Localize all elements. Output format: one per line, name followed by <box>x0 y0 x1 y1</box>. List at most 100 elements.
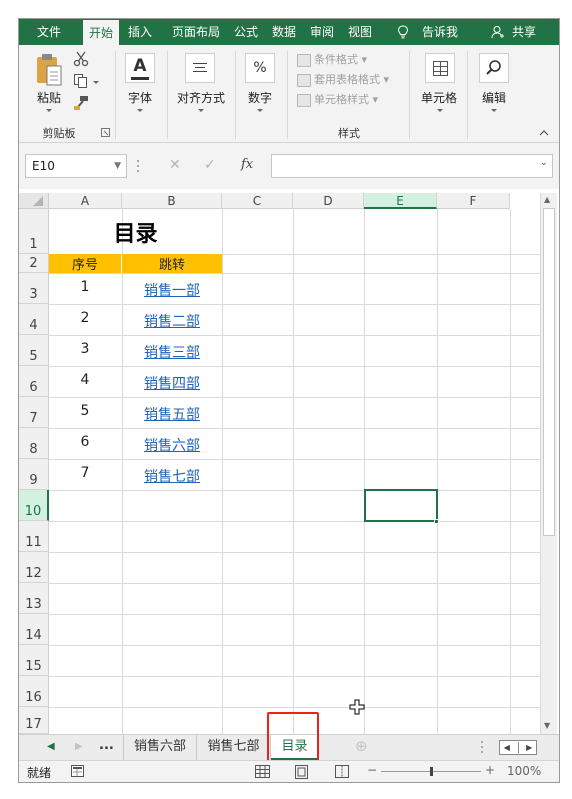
hyperlink-3[interactable]: 销售三部 <box>144 342 200 362</box>
column-header-d[interactable]: D <box>293 193 364 209</box>
row-header-6[interactable]: 6 <box>19 366 49 397</box>
alignment-button[interactable]: 对齐方式 <box>171 89 231 106</box>
entry-link-cell[interactable]: 销售一部 <box>122 276 222 304</box>
zoom-out-button[interactable]: − <box>367 763 377 777</box>
vertical-scrollbar[interactable]: ▲ ▼ <box>540 193 557 734</box>
row-header-16[interactable]: 16 <box>19 676 49 707</box>
header-jump-cell[interactable]: 跳转 <box>122 254 222 273</box>
row-header-5[interactable]: 5 <box>19 335 49 366</box>
alignment-icon[interactable] <box>185 53 215 83</box>
cells-dropdown-caret[interactable] <box>437 109 443 112</box>
hyperlink-4[interactable]: 销售四部 <box>144 373 200 393</box>
formula-input[interactable]: ⌄ <box>271 154 553 178</box>
normal-view-icon[interactable] <box>255 765 270 778</box>
macro-record-icon[interactable] <box>71 765 85 778</box>
page-layout-view-icon[interactable] <box>295 765 308 779</box>
percent-icon[interactable]: % <box>245 53 275 83</box>
hyperlink-5[interactable]: 销售五部 <box>144 404 200 424</box>
tab-data[interactable]: 数据 <box>269 19 299 45</box>
search-icon[interactable] <box>479 53 509 83</box>
tab-formulas[interactable]: 公式 <box>231 19 261 45</box>
cut-icon[interactable] <box>73 51 89 67</box>
next-sheet-arrow-icon[interactable]: ▶ <box>75 741 83 752</box>
cells-icon[interactable] <box>425 53 455 83</box>
entry-number-cell[interactable]: 7 <box>49 459 121 487</box>
entry-number-cell[interactable]: 4 <box>49 366 121 394</box>
format-painter-icon[interactable] <box>73 95 89 111</box>
enter-icon[interactable]: ✓ <box>204 157 216 173</box>
scroll-down-arrow-icon[interactable]: ▼ <box>544 721 550 730</box>
editing-dropdown-caret[interactable] <box>491 109 497 112</box>
vertical-scroll-thumb[interactable] <box>543 208 555 536</box>
tab-file[interactable]: 文件 <box>27 19 71 45</box>
column-header-b[interactable]: B <box>122 193 222 209</box>
cells-button[interactable]: 单元格 <box>415 89 463 106</box>
scroll-up-arrow-icon[interactable]: ▲ <box>544 195 550 204</box>
cell-styles-button[interactable]: 单元格样式 ▾ <box>297 91 378 109</box>
font-dropdown-caret[interactable] <box>137 109 143 112</box>
entry-number-cell[interactable]: 5 <box>49 397 121 425</box>
horizontal-scroll-arrows-icon[interactable]: ◀ ▶ <box>499 740 537 755</box>
collapse-ribbon-icon[interactable] <box>539 129 549 136</box>
entry-link-cell[interactable]: 销售四部 <box>122 369 222 397</box>
number-dropdown-caret[interactable] <box>257 109 263 112</box>
row-header-9[interactable]: 9 <box>19 459 49 490</box>
row-header-13[interactable]: 13 <box>19 583 49 614</box>
hyperlink-1[interactable]: 销售一部 <box>144 280 200 300</box>
cancel-icon[interactable]: ✕ <box>169 157 181 173</box>
entry-link-cell[interactable]: 销售六部 <box>122 431 222 459</box>
row-header-7[interactable]: 7 <box>19 397 49 428</box>
hyperlink-6[interactable]: 销售六部 <box>144 435 200 455</box>
alignment-dropdown-caret[interactable] <box>198 109 204 112</box>
header-index-cell[interactable]: 序号 <box>49 254 121 273</box>
hyperlink-2[interactable]: 销售二部 <box>144 311 200 331</box>
more-sheets-ellipsis[interactable]: ... <box>99 738 114 753</box>
share-button[interactable]: 共享 <box>507 19 541 45</box>
tab-splitter-dots-icon[interactable] <box>481 741 483 753</box>
insert-function-icon[interactable]: fx <box>241 157 253 172</box>
page-break-view-icon[interactable] <box>335 765 349 778</box>
sheet-tab-sales-7[interactable]: 销售七部 <box>197 735 271 760</box>
tab-home[interactable]: 开始 <box>83 20 119 45</box>
add-sheet-icon[interactable]: ⊕ <box>355 737 368 755</box>
entry-link-cell[interactable]: 销售五部 <box>122 400 222 428</box>
row-header-8[interactable]: 8 <box>19 428 49 459</box>
row-header-1[interactable]: 1 <box>19 209 49 254</box>
name-box[interactable]: E10 ▼ <box>25 154 127 178</box>
sheet-tab-sales-6[interactable]: 销售六部 <box>123 735 197 760</box>
tab-page-layout[interactable]: 页面布局 <box>165 19 227 45</box>
row-header-12[interactable]: 12 <box>19 552 49 583</box>
column-header-e[interactable]: E <box>364 193 437 209</box>
entry-link-cell[interactable]: 销售七部 <box>122 462 222 490</box>
row-header-2[interactable]: 2 <box>19 254 49 273</box>
copy-dropdown-caret[interactable] <box>93 81 99 84</box>
row-header-17[interactable]: 17 <box>19 707 49 734</box>
editing-button[interactable]: 编辑 <box>475 89 513 106</box>
dialog-launcher-icon[interactable] <box>101 128 110 137</box>
tab-review[interactable]: 审阅 <box>307 19 337 45</box>
row-header-10[interactable]: 10 <box>19 490 49 521</box>
entry-number-cell[interactable]: 6 <box>49 428 121 456</box>
paste-icon[interactable] <box>35 53 63 87</box>
column-header-a[interactable]: A <box>49 193 122 209</box>
copy-icon[interactable] <box>73 73 89 89</box>
column-header-c[interactable]: C <box>222 193 293 209</box>
zoom-level[interactable]: 100% <box>507 764 541 778</box>
conditional-format-button[interactable]: 条件格式 ▾ <box>297 51 367 69</box>
row-header-4[interactable]: 4 <box>19 304 49 335</box>
hyperlink-7[interactable]: 销售七部 <box>144 466 200 486</box>
row-header-3[interactable]: 3 <box>19 273 49 304</box>
entry-link-cell[interactable]: 销售二部 <box>122 307 222 335</box>
prev-sheet-arrow-icon[interactable]: ◀ <box>47 741 55 752</box>
row-header-14[interactable]: 14 <box>19 614 49 645</box>
fill-handle[interactable] <box>434 519 439 524</box>
format-as-table-button[interactable]: 套用表格格式 ▾ <box>297 71 389 89</box>
tab-insert[interactable]: 插入 <box>123 19 157 45</box>
resize-dots-icon[interactable] <box>137 158 140 174</box>
font-icon[interactable]: A <box>125 53 155 83</box>
sheet-title-cell[interactable]: 目录 <box>49 209 222 254</box>
expand-formula-chevron-icon[interactable]: ⌄ <box>540 157 548 168</box>
row-header-11[interactable]: 11 <box>19 521 49 552</box>
font-button[interactable]: 字体 <box>119 89 161 106</box>
number-button[interactable]: 数字 <box>241 89 279 106</box>
